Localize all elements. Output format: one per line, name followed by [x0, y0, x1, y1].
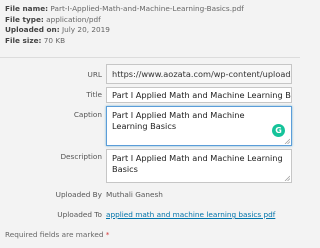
- file-size-label: File size:: [5, 35, 42, 45]
- grammarly-icon[interactable]: G: [272, 124, 285, 137]
- description-label: Description: [60, 152, 102, 161]
- file-name-value: Part-I-Applied-Math-and-Machine-Learning…: [50, 4, 244, 13]
- file-info: File name: Part-I-Applied-Math-and-Machi…: [5, 4, 293, 46]
- url-field[interactable]: https://www.aozata.com/wp-content/upload…: [106, 64, 292, 84]
- caption-label: Caption: [73, 110, 102, 119]
- file-name-row: File name: Part-I-Applied-Math-and-Machi…: [5, 4, 293, 15]
- uploaded-by-label: Uploaded By: [55, 190, 102, 199]
- caption-textarea[interactable]: Part I Applied Math and Machine Learning…: [106, 106, 292, 146]
- uploaded-on-row: Uploaded on: July 20, 2019: [5, 25, 293, 36]
- uploaded-on-value: July 20, 2019: [61, 25, 110, 34]
- uploaded-by-value: Muthali Ganesh: [106, 190, 163, 199]
- required-fields-note: Required fields are marked *: [5, 230, 109, 240]
- url-label: URL: [87, 70, 102, 79]
- uploaded-on-label: Uploaded on:: [5, 25, 60, 34]
- caption-text: Part I Applied Math and Machine Learning…: [112, 110, 245, 131]
- description-textarea[interactable]: Part I Applied Math and Machine Learning…: [106, 149, 292, 183]
- description-text: Part I Applied Math and Machine Learning…: [112, 153, 283, 174]
- resize-handle-icon[interactable]: [284, 138, 290, 144]
- section-divider: [0, 57, 300, 58]
- uploaded-to-link[interactable]: applied math and machine learning basics…: [106, 210, 275, 220]
- required-star: *: [105, 230, 110, 239]
- file-name-label: File name:: [5, 4, 49, 13]
- uploaded-to-label: Uploaded To: [57, 210, 102, 219]
- attachment-details-panel: File name: Part-I-Applied-Math-and-Machi…: [0, 0, 300, 248]
- file-type-value: application/pdf: [46, 14, 101, 24]
- required-fields-text: Required fields are marked: [5, 230, 104, 239]
- title-field[interactable]: Part I Applied Math and Machine Learning…: [106, 87, 292, 103]
- file-size-row: File size: 70 KB: [5, 36, 293, 47]
- file-type-row: File type: application/pdf: [5, 15, 293, 26]
- file-type-label: File type:: [5, 14, 44, 24]
- file-size-value: 70 KB: [43, 35, 66, 45]
- title-label: Title: [86, 90, 102, 99]
- resize-handle-icon[interactable]: [284, 175, 290, 181]
